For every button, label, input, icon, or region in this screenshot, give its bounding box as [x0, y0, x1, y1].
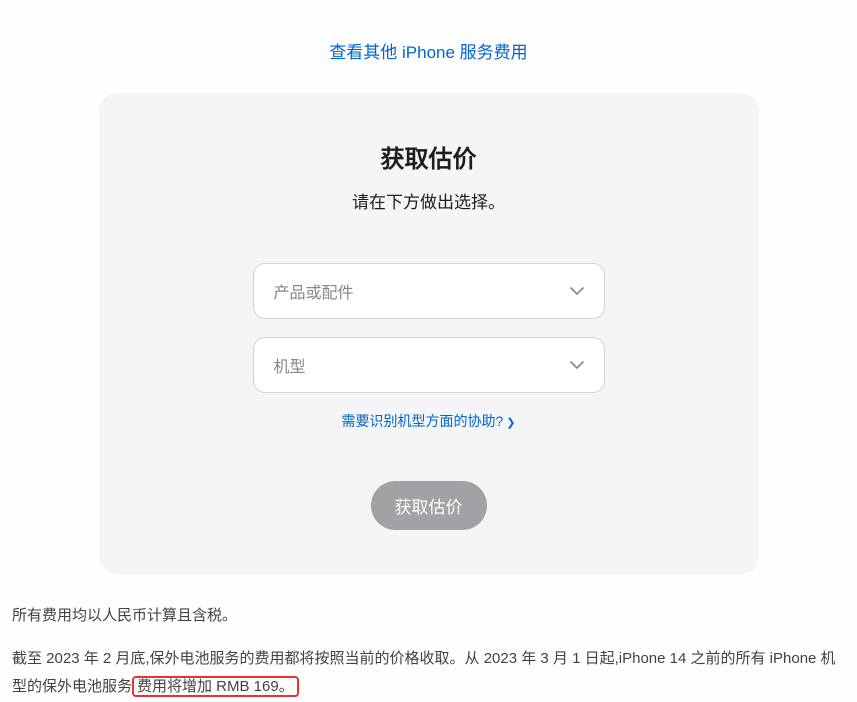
identify-model-help-link[interactable]: 需要识别机型方面的协助?❯ — [341, 413, 515, 429]
product-select[interactable]: 产品或配件 — [253, 263, 605, 319]
help-link-container: 需要识别机型方面的协助?❯ — [99, 411, 759, 431]
other-services-link[interactable]: 查看其他 iPhone 服务费用 — [329, 43, 527, 62]
top-link-container: 查看其他 iPhone 服务费用 — [0, 0, 857, 93]
footer-line2: 截至 2023 年 2 月底,保外电池服务的费用都将按照当前的价格收取。从 20… — [12, 645, 845, 702]
model-select[interactable]: 机型 — [253, 337, 605, 393]
chevron-down-icon — [570, 287, 584, 295]
get-estimate-button[interactable]: 获取估价 — [371, 481, 487, 530]
card-title: 获取估价 — [99, 139, 759, 174]
chevron-right-icon: ❯ — [506, 417, 515, 429]
product-select-placeholder: 产品或配件 — [274, 279, 354, 303]
chevron-down-icon — [570, 361, 584, 369]
price-increase-highlight: 费用将增加 RMB 169。 — [132, 676, 299, 697]
estimate-card: 获取估价 请在下方做出选择。 产品或配件 机型 需要识别机型方面的协助?❯ 获取… — [99, 93, 759, 574]
card-subtitle: 请在下方做出选择。 — [99, 188, 759, 213]
footer-line1: 所有费用均以人民币计算且含税。 — [12, 602, 845, 631]
help-link-text: 需要识别机型方面的协助? — [341, 413, 503, 429]
footer-text: 所有费用均以人民币计算且含税。 截至 2023 年 2 月底,保外电池服务的费用… — [0, 574, 857, 702]
model-select-placeholder: 机型 — [274, 353, 306, 377]
